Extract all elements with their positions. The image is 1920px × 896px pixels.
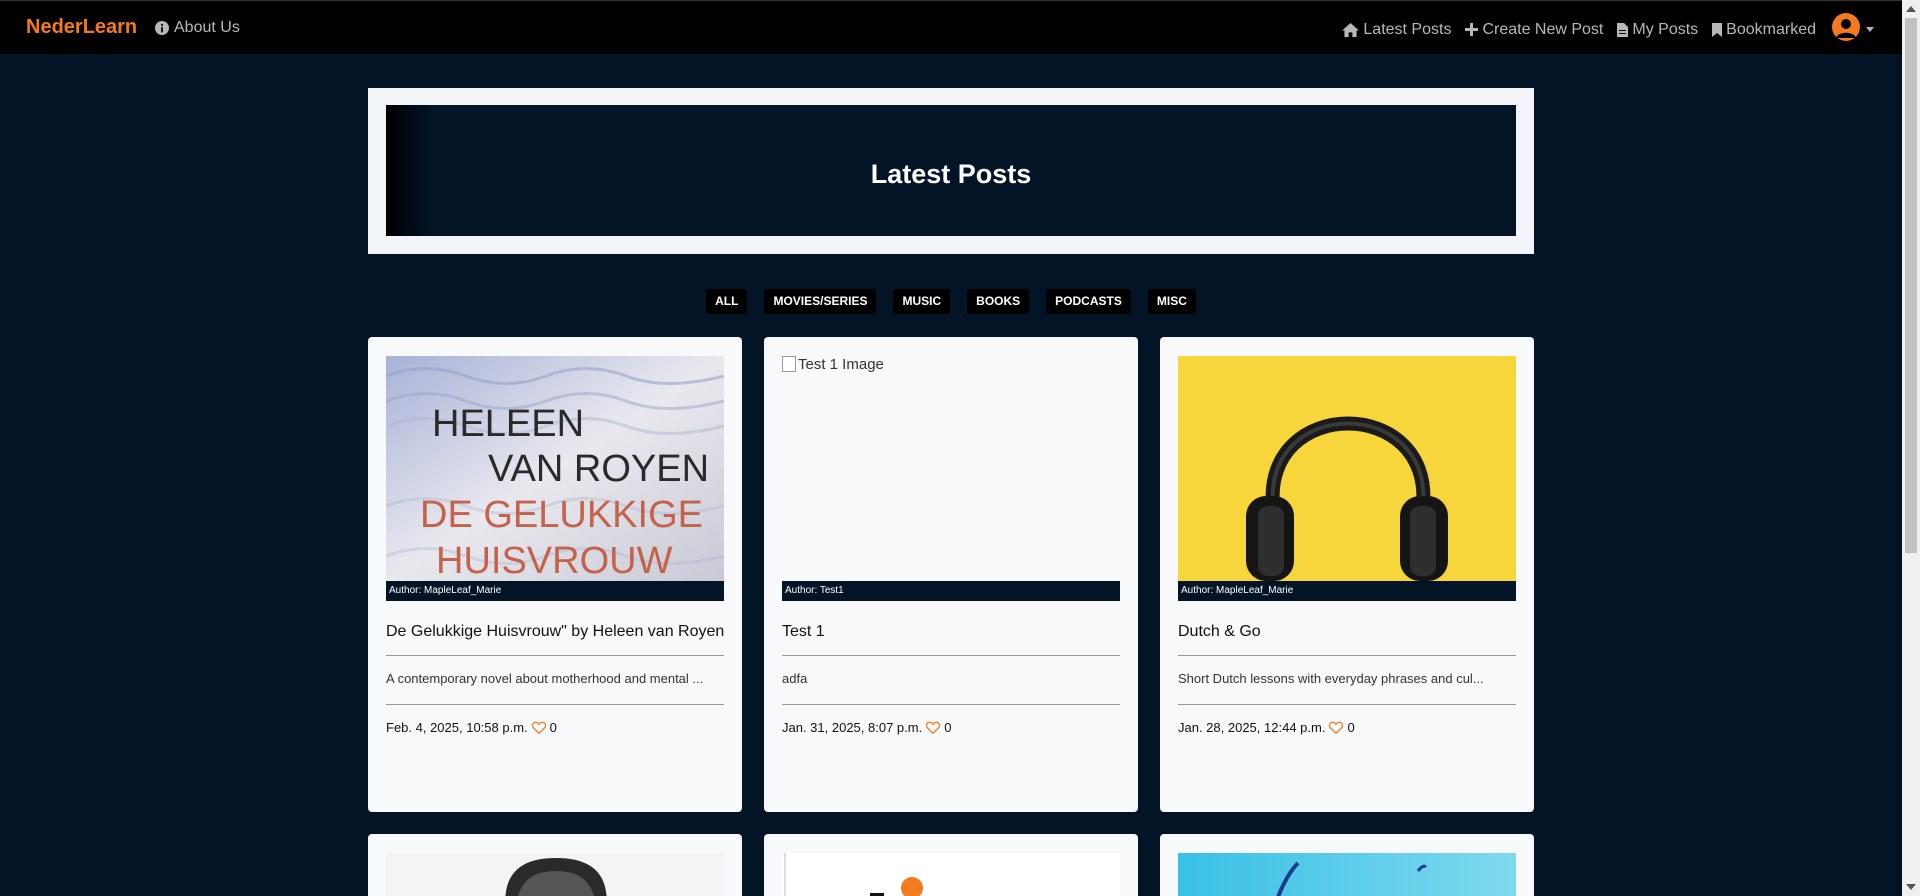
nav-create-post-label: Create New Post [1482,20,1604,38]
nav-latest-posts[interactable]: Latest Posts [1342,21,1451,39]
bookmark-icon [1712,22,1723,37]
about-us-link[interactable]: About Us [155,19,240,37]
divider [1178,704,1516,705]
like-count: 0 [1347,720,1355,735]
divider [386,655,724,656]
about-us-label: About Us [174,19,240,36]
post-date: Jan. 31, 2025, 8:07 p.m. [782,720,923,735]
post-image-headphones[interactable] [1178,356,1516,581]
post-title[interactable]: De Gelukkige Huisvrouw" by Heleen van Ro… [386,623,724,641]
user-menu-dropdown[interactable] [1832,13,1874,41]
filter-movies-series-button[interactable]: MOVIES/SERIES [764,289,877,314]
info-icon [155,21,169,35]
post-date: Feb. 4, 2025, 10:58 p.m. [386,720,528,735]
divider [782,655,1120,656]
post-card[interactable] [764,834,1138,896]
divider [782,704,1120,705]
nav-my-posts[interactable]: My Posts [1617,21,1698,39]
hero-banner: Latest Posts [368,88,1534,254]
cover-title-line2: HUISVROUW [436,540,673,581]
image-alt-text: Test 1 Image [798,356,884,373]
post-card[interactable]: HELEEN VAN ROYEN DE GELUKKIGE HUISVROUW … [368,337,742,812]
scroll-thumb[interactable] [1905,18,1917,553]
nav-create-post[interactable]: Create New Post [1465,21,1603,39]
post-meta: Feb. 4, 2025, 10:58 p.m. 0 [386,720,557,735]
filter-all-button[interactable]: ALL [706,289,748,314]
heart-icon[interactable] [926,721,941,734]
post-description: adfa [782,671,808,686]
like-count: 0 [549,720,557,735]
heart-icon[interactable] [1329,721,1344,734]
category-filters: ALL MOVIES/SERIES MUSIC BOOKS PODCASTS M… [0,289,1902,314]
nav-my-posts-label: My Posts [1632,20,1699,38]
scroll-down-arrow-icon[interactable] [1906,884,1916,890]
filter-misc-button[interactable]: MISC [1147,289,1196,314]
post-title[interactable]: Dutch & Go [1178,623,1261,641]
like-count: 0 [944,720,952,735]
brand-logo[interactable]: NederLearn [26,16,137,39]
post-card[interactable]: Test 1 Image Author: Test1 Test 1 adfa J… [764,337,1138,812]
divider [386,704,724,705]
post-image-broken[interactable]: Test 1 Image [782,356,1120,581]
cover-author-last: VAN ROYEN [488,448,709,490]
home-icon [1342,22,1360,37]
page-title: Latest Posts [870,159,1032,189]
post-card[interactable] [368,834,742,896]
post-author: Author: Test1 [782,581,1120,601]
post-date: Jan. 28, 2025, 12:44 p.m. [1178,720,1326,735]
post-card[interactable]: Author: MapleLeaf_Marie Dutch & Go Short… [1160,337,1534,812]
cover-title-line1: DE GELUKKIGE [420,494,703,536]
document-icon [1617,22,1629,37]
post-author: Author: MapleLeaf_Marie [386,581,724,601]
post-image-portrait[interactable] [386,853,724,896]
nav-bookmarked-label: Bookmarked [1726,20,1816,38]
scroll-up-arrow-icon[interactable] [1906,6,1916,12]
post-description: Short Dutch lessons with everyday phrase… [1178,671,1484,686]
filter-podcasts-button[interactable]: PODCASTS [1046,289,1131,314]
broken-image-icon [782,356,796,372]
post-image-sky[interactable] [1178,853,1516,896]
divider [1178,655,1516,656]
plus-icon [1465,23,1479,36]
cover-author-first: HELEEN [432,403,584,445]
page-scrollbar[interactable] [1902,0,1920,896]
post-meta: Jan. 31, 2025, 8:07 p.m. 0 [782,720,951,735]
filter-music-button[interactable]: MUSIC [893,289,951,314]
user-avatar-icon [1832,13,1860,41]
post-image-book-cover[interactable]: HELEEN VAN ROYEN DE GELUKKIGE HUISVROUW [386,356,724,581]
post-description: A contemporary novel about motherhood an… [386,671,704,686]
chevron-down-icon [1866,27,1874,32]
post-card[interactable] [1160,834,1534,896]
heart-icon[interactable] [531,721,546,734]
post-title[interactable]: Test 1 [782,623,825,641]
nav-latest-posts-label: Latest Posts [1363,20,1452,38]
post-meta: Jan. 28, 2025, 12:44 p.m. 0 [1178,720,1355,735]
post-author: Author: MapleLeaf_Marie [1178,581,1516,601]
top-navbar: NederLearn About Us Latest Posts Create … [0,0,1902,54]
post-image-logo[interactable] [782,853,1120,896]
filter-books-button[interactable]: BOOKS [967,289,1030,314]
nav-bookmarked[interactable]: Bookmarked [1712,21,1816,39]
